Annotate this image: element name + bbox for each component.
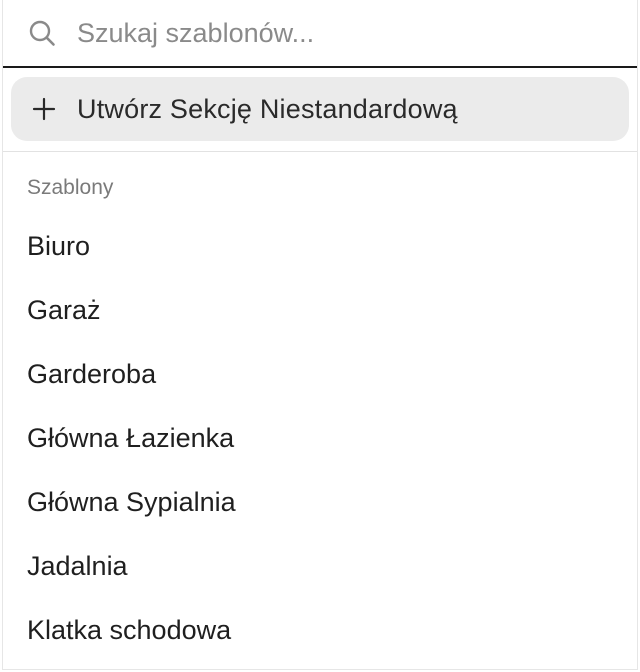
template-item-biuro[interactable]: Biuro xyxy=(3,214,637,278)
template-item-garderoba[interactable]: Garderoba xyxy=(3,342,637,406)
template-item-glowna-lazienka[interactable]: Główna Łazienka xyxy=(3,406,637,470)
template-picker-panel: Utwórz Sekcję Niestandardową Szablony Bi… xyxy=(2,0,638,670)
search-input[interactable] xyxy=(77,17,577,49)
templates-list: Biuro Garaż Garderoba Główna Łazienka Gł… xyxy=(3,214,637,662)
create-custom-section-label: Utwórz Sekcję Niestandardową xyxy=(77,93,458,124)
search-bar xyxy=(3,0,637,68)
template-item-klatka-schodowa[interactable]: Klatka schodowa xyxy=(3,598,637,662)
create-section-wrap: Utwórz Sekcję Niestandardową xyxy=(3,68,637,152)
plus-icon xyxy=(29,94,59,124)
template-item-glowna-sypialnia[interactable]: Główna Sypialnia xyxy=(3,470,637,534)
template-item-jadalnia[interactable]: Jadalnia xyxy=(3,534,637,598)
create-custom-section-button[interactable]: Utwórz Sekcję Niestandardową xyxy=(11,77,629,141)
search-icon xyxy=(27,18,57,48)
templates-section-label: Szablony xyxy=(27,176,114,199)
template-item-garaz[interactable]: Garaż xyxy=(3,278,637,342)
